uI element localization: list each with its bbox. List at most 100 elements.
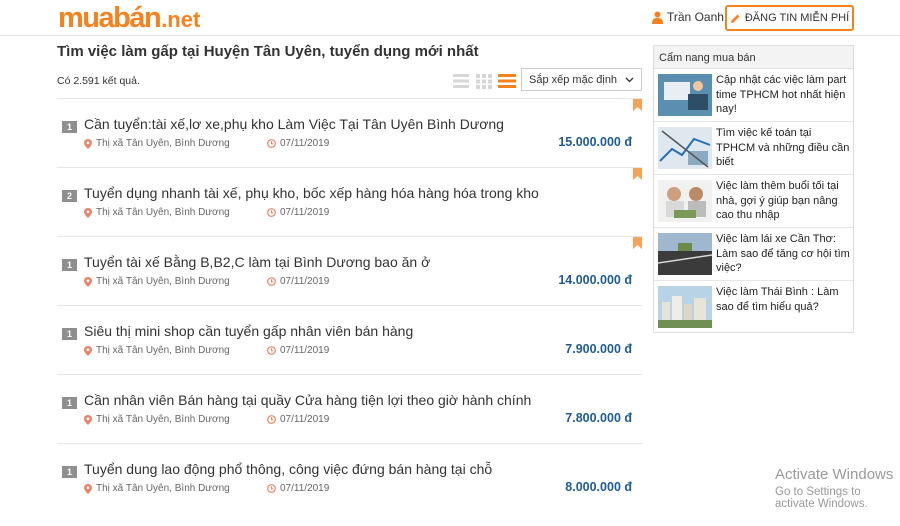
photo-count-badge: 1 bbox=[62, 259, 77, 271]
article-thumbnail[interactable] bbox=[658, 286, 712, 328]
header: muabán .net Trần Oanh ĐĂNG TIN MIỄN PHÍ bbox=[0, 0, 900, 36]
bookmark-icon[interactable] bbox=[633, 168, 642, 180]
watermark-line-2: Go to Settings to activate Windows. bbox=[775, 486, 868, 510]
job-date: 07/11/2019 bbox=[267, 276, 329, 287]
job-title[interactable]: Tuyển dụng nhanh tài xế, phụ kho, bốc xế… bbox=[84, 185, 539, 201]
job-salary: 14.000.000 đ bbox=[558, 273, 632, 287]
article-thumbnail[interactable] bbox=[658, 233, 712, 275]
article-title[interactable]: Việc làm lái xe Cần Thơ: Làm sao để tăng… bbox=[716, 232, 852, 276]
job-list-item[interactable]: 1 Tuyển tài xế Bằng B,B2,C làm tại Bình … bbox=[57, 236, 642, 305]
job-location-text: Thị xã Tân Uyên, Bình Dương bbox=[96, 483, 230, 494]
job-location-text: Thị xã Tân Uyên, Bình Dương bbox=[96, 414, 230, 425]
article-title[interactable]: Cập nhật các việc làm part time TPHCM ho… bbox=[716, 73, 852, 117]
site-logo[interactable]: muabán .net bbox=[58, 2, 200, 34]
article-thumbnail[interactable] bbox=[658, 74, 712, 116]
job-location: Thị xã Tân Uyên, Bình Dương bbox=[84, 483, 230, 494]
job-list: 1 Cần tuyển:tài xế,lơ xe,phụ kho Làm Việ… bbox=[57, 98, 642, 512]
job-location-text: Thị xã Tân Uyên, Bình Dương bbox=[96, 138, 230, 149]
logo-main-text: muabán bbox=[58, 2, 162, 34]
guide-article[interactable]: Việc làm lái xe Cần Thơ: Làm sao để tăng… bbox=[654, 228, 853, 281]
page-title: Tìm việc làm gấp tại Huyện Tân Uyên, tuy… bbox=[57, 43, 479, 60]
location-pin-icon bbox=[84, 207, 92, 218]
user-name: Trần Oanh bbox=[667, 10, 724, 24]
photo-count-badge: 1 bbox=[62, 328, 77, 340]
location-pin-icon bbox=[84, 138, 92, 149]
job-location: Thị xã Tân Uyên, Bình Dương bbox=[84, 207, 230, 218]
guide-article[interactable]: Tìm việc kế toán tại TPHCM và những điều… bbox=[654, 122, 853, 175]
location-pin-icon bbox=[84, 276, 92, 287]
job-location: Thị xã Tân Uyên, Bình Dương bbox=[84, 414, 230, 425]
job-list-item[interactable]: 2 Tuyển dụng nhanh tài xế, phụ kho, bốc … bbox=[57, 167, 642, 236]
job-location: Thị xã Tân Uyên, Bình Dương bbox=[84, 138, 230, 149]
job-date: 07/11/2019 bbox=[267, 414, 329, 425]
clock-icon bbox=[267, 415, 276, 424]
job-date-text: 07/11/2019 bbox=[280, 138, 330, 149]
user-menu[interactable]: Trần Oanh bbox=[652, 10, 724, 24]
job-date-text: 07/11/2019 bbox=[280, 207, 330, 218]
job-list-item[interactable]: 1 Cần nhân viên Bán hàng tại quầy Cửa hà… bbox=[57, 374, 642, 443]
clock-icon bbox=[267, 208, 276, 217]
detail-list-view-icon[interactable] bbox=[498, 72, 516, 90]
sort-dropdown[interactable]: Sắp xếp mặc định bbox=[521, 68, 642, 91]
job-list-item[interactable]: 1 Tuyển dung lao động phổ thông, công vi… bbox=[57, 443, 642, 512]
job-date: 07/11/2019 bbox=[267, 345, 329, 356]
job-salary: 8.000.000 đ bbox=[565, 480, 632, 494]
clock-icon bbox=[267, 139, 276, 148]
article-thumbnail[interactable] bbox=[658, 180, 712, 222]
guide-article[interactable]: Việc làm thêm buổi tối tại nhà, gợi ý gi… bbox=[654, 175, 853, 228]
location-pin-icon bbox=[84, 345, 92, 356]
guide-sidebar: Cẩm nang mua bán Cập nhật các việc làm p… bbox=[653, 45, 854, 333]
job-salary: 7.800.000 đ bbox=[565, 411, 632, 425]
photo-count-badge: 1 bbox=[62, 397, 77, 409]
pencil-icon bbox=[730, 14, 740, 23]
job-date-text: 07/11/2019 bbox=[280, 345, 330, 356]
logo-tld-text: .net bbox=[161, 7, 201, 32]
job-location-text: Thị xã Tân Uyên, Bình Dương bbox=[96, 345, 230, 356]
job-title[interactable]: Siêu thị mini shop cần tuyển gấp nhân vi… bbox=[84, 323, 413, 339]
guide-article[interactable]: Cập nhật các việc làm part time TPHCM ho… bbox=[654, 69, 853, 122]
job-list-item[interactable]: 1 Siêu thị mini shop cần tuyển gấp nhân … bbox=[57, 305, 642, 374]
job-date-text: 07/11/2019 bbox=[280, 483, 330, 494]
clock-icon bbox=[267, 277, 276, 286]
job-title[interactable]: Cần nhân viên Bán hàng tại quầy Cửa hàng… bbox=[84, 392, 531, 408]
job-title[interactable]: Tuyển tài xế Bằng B,B2,C làm tại Bình Dư… bbox=[84, 254, 430, 270]
article-title[interactable]: Việc làm thêm buổi tối tại nhà, gợi ý gi… bbox=[716, 179, 852, 223]
guide-article[interactable]: Việc làm Thái Bình : Làm sao để tìm hiểu… bbox=[654, 281, 853, 334]
job-salary: 15.000.000 đ bbox=[558, 135, 632, 149]
article-title[interactable]: Việc làm Thái Bình : Làm sao để tìm hiểu… bbox=[716, 285, 852, 314]
watermark-line-1: Activate Windows bbox=[775, 466, 894, 483]
location-pin-icon bbox=[84, 483, 92, 494]
job-date: 07/11/2019 bbox=[267, 207, 329, 218]
clock-icon bbox=[267, 346, 276, 355]
article-title[interactable]: Tìm việc kế toán tại TPHCM và những điều… bbox=[716, 126, 852, 170]
job-date: 07/11/2019 bbox=[267, 483, 329, 494]
result-count: Có 2.591 kết quả. bbox=[57, 75, 140, 87]
location-pin-icon bbox=[84, 414, 92, 425]
sort-selected-value: Sắp xếp mặc định bbox=[529, 73, 618, 86]
photo-count-badge: 1 bbox=[62, 121, 77, 133]
job-title[interactable]: Cần tuyển:tài xế,lơ xe,phụ kho Làm Việc … bbox=[84, 116, 504, 132]
sidebar-title: Cẩm nang mua bán bbox=[654, 46, 853, 69]
windows-activation-watermark: Activate Windows Go to Settings to activ… bbox=[775, 466, 900, 510]
job-location: Thị xã Tân Uyên, Bình Dương bbox=[84, 276, 230, 287]
job-list-item[interactable]: 1 Cần tuyển:tài xế,lơ xe,phụ kho Làm Việ… bbox=[57, 98, 642, 167]
grid-view-icon[interactable] bbox=[475, 72, 493, 90]
job-location-text: Thị xã Tân Uyên, Bình Dương bbox=[96, 207, 230, 218]
post-button-label: ĐĂNG TIN MIỄN PHÍ bbox=[744, 12, 850, 24]
job-location-text: Thị xã Tân Uyên, Bình Dương bbox=[96, 276, 230, 287]
job-date-text: 07/11/2019 bbox=[280, 276, 330, 287]
job-location: Thị xã Tân Uyên, Bình Dương bbox=[84, 345, 230, 356]
user-icon bbox=[652, 11, 663, 24]
job-date: 07/11/2019 bbox=[267, 138, 329, 149]
article-thumbnail[interactable] bbox=[658, 127, 712, 169]
job-salary: 7.900.000 đ bbox=[565, 342, 632, 356]
job-title[interactable]: Tuyển dung lao động phổ thông, công việc… bbox=[84, 461, 492, 477]
list-view-icon[interactable] bbox=[452, 72, 470, 90]
photo-count-badge: 2 bbox=[62, 190, 77, 202]
job-date-text: 07/11/2019 bbox=[280, 414, 330, 425]
bookmark-icon[interactable] bbox=[633, 237, 642, 249]
post-free-ad-button[interactable]: ĐĂNG TIN MIỄN PHÍ bbox=[725, 5, 854, 31]
chevron-down-icon bbox=[625, 77, 634, 83]
clock-icon bbox=[267, 484, 276, 493]
bookmark-icon[interactable] bbox=[633, 99, 642, 111]
